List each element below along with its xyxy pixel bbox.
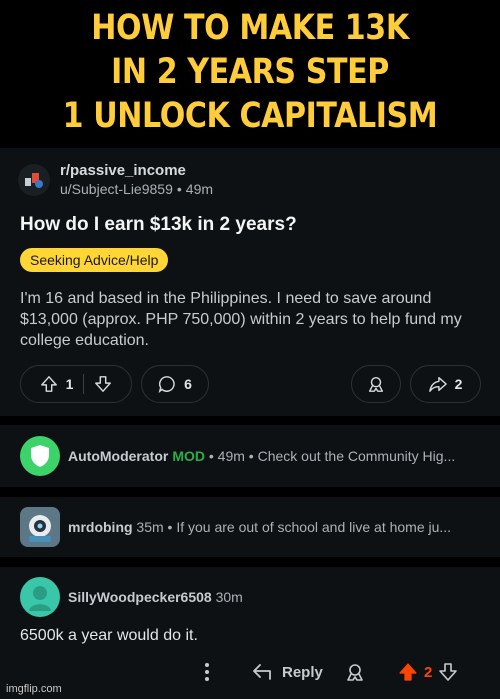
comment-username[interactable]: AutoModerator — [68, 448, 168, 464]
comment-mrdobing[interactable]: mrdobing 35m • If you are out of school … — [0, 497, 500, 557]
post-vote-count: 1 — [65, 376, 74, 392]
comment-award-button[interactable] — [345, 657, 365, 687]
post-age: 49m — [185, 181, 214, 197]
post-meta: u/Subject-Lie9859 • 49m — [60, 181, 214, 197]
reply-icon — [253, 664, 271, 680]
comment-meta: • 49m • Check out the Community Hig... — [205, 448, 456, 464]
robot-avatar-icon — [29, 515, 51, 542]
vote-control: 1 — [20, 365, 132, 403]
share-count: 2 — [454, 376, 463, 392]
mrdobing-avatar[interactable] — [20, 507, 60, 547]
comment-header: SillyWoodpecker6508 30m — [20, 577, 243, 617]
reddit-post: r/passive_income u/Subject-Lie9859 • 49m H… — [0, 148, 500, 416]
comment-meta: 35m • If you are out of school and live … — [132, 519, 452, 535]
comment-sillywoodpecker: SillyWoodpecker6508 30m 6500k a year wou… — [0, 567, 500, 699]
award-icon — [347, 664, 363, 681]
subreddit-icon — [25, 172, 43, 188]
post-title[interactable]: How do I earn $13k in 2 years? — [20, 214, 297, 236]
comment-meta-line: SillyWoodpecker6508 30m — [68, 589, 243, 605]
reply-button[interactable]: Reply — [252, 657, 323, 687]
subreddit-name[interactable]: r/passive_income — [60, 162, 213, 179]
caption-line-3: 1 UNLOCK CAPITALISM — [62, 96, 438, 136]
comment-automoderator[interactable]: AutoModerator MOD • 49m • Check out the C… — [0, 425, 500, 487]
share-button[interactable]: 2 — [410, 365, 481, 403]
meme-caption: HOW TO MAKE 13K IN 2 YEARS STEP 1 UNLOCK… — [35, 6, 465, 138]
downvote-icon[interactable] — [438, 662, 458, 682]
mod-badge: MOD — [172, 448, 205, 464]
post-flair[interactable]: Seeking Advice/Help — [20, 248, 169, 272]
subreddit-avatar[interactable] — [18, 163, 50, 196]
comment-vote-control: 2 — [398, 657, 458, 687]
shield-icon — [31, 445, 49, 467]
post-header: r/passive_income u/Subject-Lie9859 • 49m — [18, 162, 213, 197]
comment-actions: Reply 2 — [0, 657, 500, 687]
comment-username[interactable]: SillyWoodpecker6508 — [68, 589, 212, 605]
reply-label: Reply — [282, 663, 323, 681]
imgflip-watermark: imgflip.com — [6, 683, 62, 695]
comment-preview: mrdobing 35m • If you are out of school … — [68, 519, 451, 535]
more-icon — [205, 663, 209, 681]
caption-line-2: IN 2 YEARS STEP — [111, 52, 389, 92]
upvote-icon[interactable] — [40, 375, 58, 393]
caption-line-1: HOW TO MAKE 13K — [91, 8, 409, 48]
award-button[interactable] — [351, 365, 401, 403]
more-button[interactable] — [204, 657, 210, 687]
award-icon — [368, 376, 384, 392]
snoo-avatar-icon — [29, 586, 51, 611]
share-icon — [428, 376, 447, 392]
comment-vote-count: 2 — [424, 663, 433, 681]
comment-age: 30m — [215, 589, 243, 605]
comment-icon — [158, 376, 175, 393]
post-author[interactable]: u/Subject-Lie9859 — [60, 181, 173, 197]
automoderator-avatar[interactable] — [20, 436, 60, 476]
comment-count: 6 — [184, 376, 192, 392]
post-body: I'm 16 and based in the Philippines. I n… — [20, 290, 462, 349]
sillywoodpecker-avatar[interactable] — [20, 577, 60, 617]
comment-preview: AutoModerator MOD • 49m • Check out the C… — [68, 448, 455, 464]
comment-username[interactable]: mrdobing — [68, 519, 133, 535]
upvote-icon[interactable] — [398, 662, 418, 682]
downvote-icon[interactable] — [94, 375, 112, 393]
comments-button[interactable]: 6 — [141, 365, 209, 403]
vote-divider — [83, 374, 85, 394]
comment-body: 6500k a year would do it. — [20, 627, 198, 644]
